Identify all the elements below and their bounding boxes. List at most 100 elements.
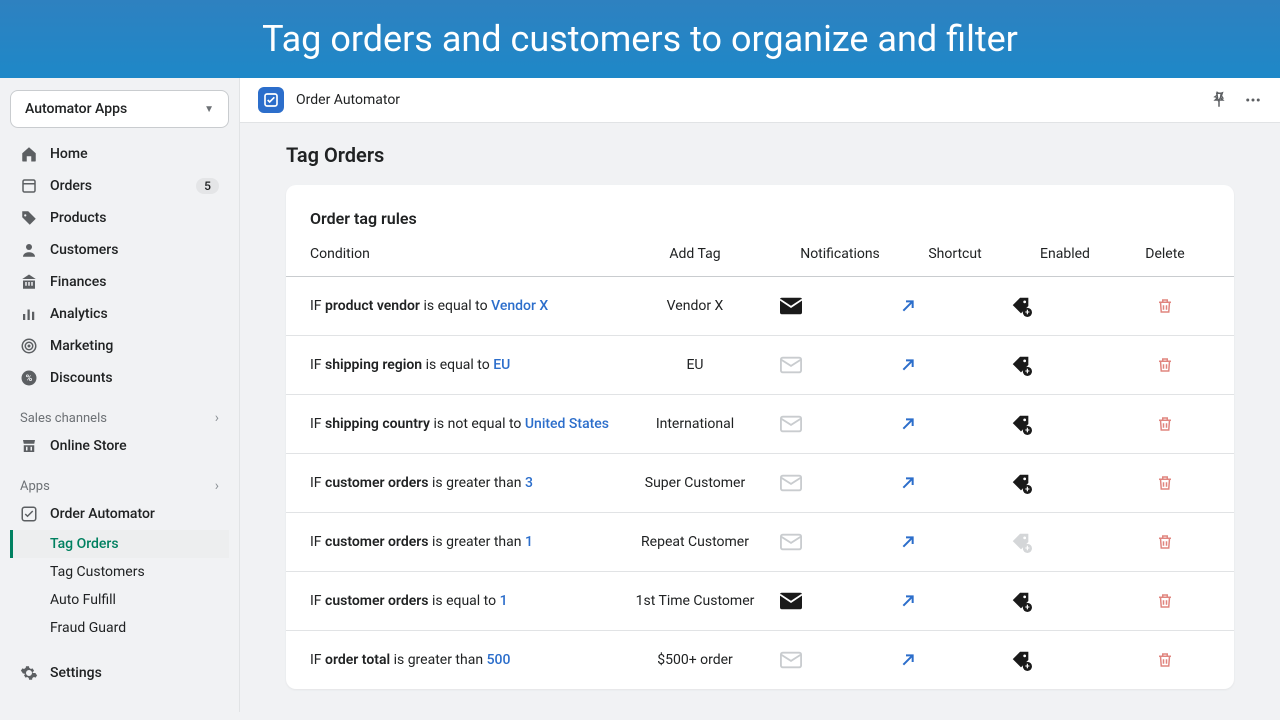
notification-toggle[interactable] [780, 651, 900, 669]
store-icon [20, 437, 38, 455]
nav-label: Home [50, 146, 88, 162]
sidebar-item-customers[interactable]: Customers [10, 234, 229, 266]
col-shortcut: Shortcut [900, 246, 1010, 262]
shortcut-link[interactable] [900, 652, 1010, 668]
promo-banner: Tag orders and customers to organize and… [0, 0, 1280, 78]
notification-toggle[interactable] [780, 592, 900, 610]
sidebar: Automator Apps ▼ Home Orders 5 Products … [0, 78, 240, 712]
sidebar-item-home[interactable]: Home [10, 138, 229, 170]
rule-condition: IF customer orders is equal to 1 [310, 593, 610, 609]
rule-tag: Super Customer [610, 475, 780, 491]
chevron-right-icon: › [215, 478, 219, 494]
delete-button[interactable] [1120, 591, 1210, 611]
rule-condition: IF order total is greater than 500 [310, 652, 610, 668]
col-enabled: Enabled [1010, 246, 1120, 262]
rule-row: IF shipping region is equal to EU EU + [286, 336, 1234, 395]
page-title: Tag Orders [286, 143, 1234, 167]
delete-button[interactable] [1120, 355, 1210, 375]
finances-icon [20, 273, 38, 291]
notification-toggle[interactable] [780, 474, 900, 492]
enabled-toggle[interactable]: + [1010, 472, 1120, 494]
col-notifications: Notifications [780, 246, 900, 262]
sub-item-auto-fulfill[interactable]: Auto Fulfill [10, 586, 229, 614]
nav-label: Online Store [50, 438, 127, 454]
main-content: Order Automator Tag Orders Order tag rul… [240, 78, 1280, 712]
delete-button[interactable] [1120, 296, 1210, 316]
nav-label: Discounts [50, 370, 113, 386]
svg-text:+: + [1025, 308, 1030, 317]
sales-channels-label: Sales channels [20, 411, 107, 426]
apps-label: Apps [20, 479, 50, 494]
col-delete: Delete [1120, 246, 1210, 262]
rule-tag: Vendor X [610, 298, 780, 314]
col-condition: Condition [310, 246, 610, 262]
pin-icon[interactable] [1210, 91, 1228, 109]
sub-item-tag-orders[interactable]: Tag Orders [10, 530, 229, 558]
shortcut-link[interactable] [900, 593, 1010, 609]
shortcut-link[interactable] [900, 534, 1010, 550]
nav-label: Order Automator [50, 506, 155, 522]
sidebar-item-orders[interactable]: Orders 5 [10, 170, 229, 202]
rule-row: IF order total is greater than 500 $500+… [286, 631, 1234, 689]
gear-icon [20, 664, 38, 682]
notification-toggle[interactable] [780, 415, 900, 433]
rule-tag: Repeat Customer [610, 534, 780, 550]
rule-row: IF customer orders is equal to 1 1st Tim… [286, 572, 1234, 631]
shortcut-link[interactable] [900, 416, 1010, 432]
enabled-toggle[interactable]: + [1010, 531, 1120, 553]
enabled-toggle[interactable]: + [1010, 354, 1120, 376]
delete-button[interactable] [1120, 473, 1210, 493]
nav-label: Customers [50, 242, 118, 258]
sub-item-fraud-guard[interactable]: Fraud Guard [10, 614, 229, 642]
enabled-toggle[interactable]: + [1010, 649, 1120, 671]
enabled-toggle[interactable]: + [1010, 590, 1120, 612]
card-title: Order tag rules [286, 209, 1234, 228]
rule-condition: IF shipping region is equal to EU [310, 357, 610, 373]
svg-text:%: % [26, 374, 33, 384]
products-icon [20, 209, 38, 227]
apps-section[interactable]: Apps › [10, 468, 229, 498]
shortcut-link[interactable] [900, 475, 1010, 491]
sidebar-item-settings[interactable]: Settings [10, 656, 229, 690]
svg-text:+: + [1025, 662, 1030, 671]
notification-toggle[interactable] [780, 297, 900, 315]
notification-toggle[interactable] [780, 533, 900, 551]
analytics-icon [20, 305, 38, 323]
rule-condition: IF product vendor is equal to Vendor X [310, 298, 610, 314]
chevron-right-icon: › [215, 410, 219, 426]
sidebar-item-products[interactable]: Products [10, 202, 229, 234]
rule-tag: 1st Time Customer [610, 593, 780, 609]
settings-label: Settings [50, 665, 102, 681]
topbar: Order Automator [240, 78, 1280, 123]
sub-item-tag-customers[interactable]: Tag Customers [10, 558, 229, 586]
delete-button[interactable] [1120, 650, 1210, 670]
sidebar-item-marketing[interactable]: Marketing [10, 330, 229, 362]
rule-row: IF customer orders is greater than 3 Sup… [286, 454, 1234, 513]
rule-tag: EU [610, 357, 780, 373]
orders-icon [20, 177, 38, 195]
enabled-toggle[interactable]: + [1010, 295, 1120, 317]
more-icon[interactable] [1244, 91, 1262, 109]
nav-label: Products [50, 210, 107, 226]
rule-row: IF product vendor is equal to Vendor X V… [286, 277, 1234, 336]
table-header-row: Condition Add Tag Notifications Shortcut… [286, 246, 1234, 277]
notification-toggle[interactable] [780, 356, 900, 374]
svg-text:+: + [1025, 544, 1030, 553]
sidebar-item-online-store[interactable]: Online Store [10, 430, 229, 462]
sidebar-item-order-automator[interactable]: Order Automator [10, 498, 229, 530]
discounts-icon: % [20, 369, 38, 387]
sidebar-item-analytics[interactable]: Analytics [10, 298, 229, 330]
sidebar-item-discounts[interactable]: % Discounts [10, 362, 229, 394]
shortcut-link[interactable] [900, 298, 1010, 314]
rule-tag: International [610, 416, 780, 432]
delete-button[interactable] [1120, 532, 1210, 552]
sidebar-item-finances[interactable]: Finances [10, 266, 229, 298]
delete-button[interactable] [1120, 414, 1210, 434]
app-selector-dropdown[interactable]: Automator Apps ▼ [10, 90, 229, 128]
nav-badge: 5 [196, 178, 219, 194]
sales-channels-section[interactable]: Sales channels › [10, 400, 229, 430]
rules-card: Order tag rules Condition Add Tag Notifi… [286, 185, 1234, 689]
shortcut-link[interactable] [900, 357, 1010, 373]
enabled-toggle[interactable]: + [1010, 413, 1120, 435]
nav-label: Analytics [50, 306, 108, 322]
